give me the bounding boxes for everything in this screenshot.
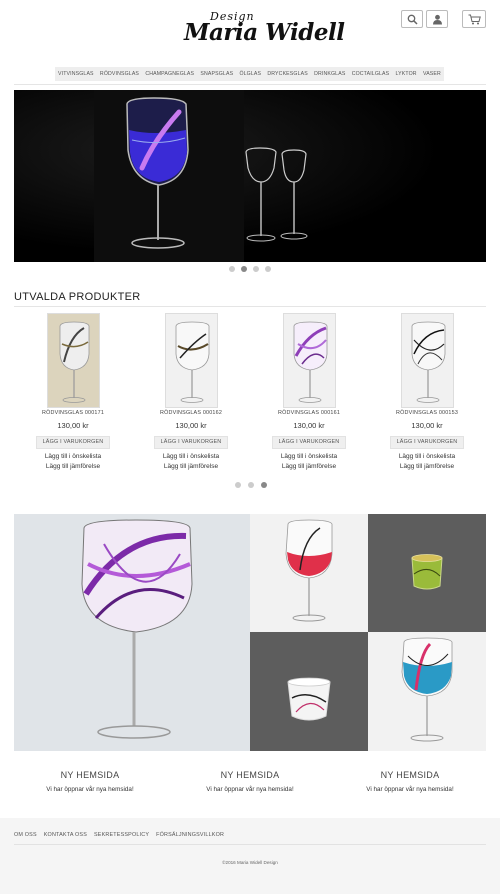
copyright-text: ©2016 Maria Widell Design (222, 860, 278, 865)
footer-link-contact[interactable]: KONTAKTA OSS (44, 832, 87, 838)
red-glass-image (250, 514, 368, 632)
add-to-cart-button[interactable]: LÄGG I VARUKORGEN (390, 436, 464, 449)
add-to-compare-link[interactable]: Lägg till jämförelse (132, 463, 250, 471)
news-item: NY HEMSIDA Vi har öppnar vår nya hemsida… (10, 770, 170, 793)
product-card: RÖDVINSGLAS 000171 130,00 kr LÄGG I VARU… (14, 313, 132, 471)
product-card: RÖDVINSGLAS 000161 130,00 kr LÄGG I VARU… (250, 313, 368, 471)
site-header: Design Maria Widell (0, 0, 500, 64)
product-name[interactable]: RÖDVINSGLAS 000171 (14, 410, 132, 416)
product-price: 130,00 kr (293, 421, 325, 430)
product-image[interactable] (46, 313, 100, 408)
hero-pager (229, 266, 271, 272)
search-icon (407, 14, 418, 25)
add-to-wishlist-link[interactable]: Lägg till i önskelista (250, 453, 368, 461)
hero-image (14, 90, 486, 262)
footer-link-terms[interactable]: FÖRSÄLJNINGSVILLKOR (156, 832, 224, 838)
product-image[interactable] (164, 313, 218, 408)
nav-divider (14, 84, 486, 85)
add-to-cart-button[interactable]: LÄGG I VARUKORGEN (36, 436, 110, 449)
news-item: NY HEMSIDA Vi har öppnar vår nya hemsida… (330, 770, 490, 793)
add-to-wishlist-link[interactable]: Lägg till i önskelista (14, 453, 132, 461)
promo-tile[interactable] (368, 632, 486, 751)
nav-item-snapsglas[interactable]: SNAPSGLAS (200, 71, 233, 77)
site-footer: OM OSS KONTAKTA OSS SEKRETESSPOLICY FÖRS… (0, 818, 500, 894)
add-to-compare-link[interactable]: Lägg till jämförelse (14, 463, 132, 471)
add-to-compare-link[interactable]: Lägg till jämförelse (368, 463, 486, 471)
add-to-compare-link[interactable]: Lägg till jämförelse (250, 463, 368, 471)
promo-tile[interactable] (368, 514, 486, 632)
main-nav: VITVINSGLAS RÖDVINSGLAS CHAMPAGNEGLAS SN… (55, 67, 444, 81)
nav-item-olglas[interactable]: ÖLGLAS (239, 71, 261, 77)
featured-dot-2[interactable] (248, 482, 254, 488)
footer-link-about[interactable]: OM OSS (14, 832, 37, 838)
nav-item-rodvinsglas[interactable]: RÖDVINSGLAS (100, 71, 139, 77)
hero-dot-3[interactable] (253, 266, 259, 272)
promo-tile-large[interactable] (14, 514, 250, 751)
account-button[interactable] (426, 10, 448, 28)
product-card: RÖDVINSGLAS 000153 130,00 kr LÄGG I VARU… (368, 313, 486, 471)
product-price: 130,00 kr (411, 421, 443, 430)
nav-item-champagneglas[interactable]: CHAMPAGNEGLAS (145, 71, 194, 77)
hero-dot-4[interactable] (265, 266, 271, 272)
hero-dot-2[interactable] (241, 266, 247, 272)
product-image[interactable] (400, 313, 454, 408)
news-text: Vi har öppnar vår nya hemsida! (366, 786, 454, 793)
add-to-wishlist-link[interactable]: Lägg till i önskelista (132, 453, 250, 461)
add-to-cart-button[interactable]: LÄGG I VARUKORGEN (154, 436, 228, 449)
nav-item-lyktor[interactable]: LYKTOR (396, 71, 417, 77)
search-button[interactable] (401, 10, 423, 28)
white-candle-holder-image (250, 632, 368, 751)
news-text: Vi har öppnar vår nya hemsida! (206, 786, 294, 793)
featured-dot-3[interactable] (261, 482, 267, 488)
featured-pager (235, 482, 267, 488)
cart-icon (468, 14, 481, 24)
featured-divider (14, 306, 486, 307)
product-name[interactable]: RÖDVINSGLAS 000153 (368, 410, 486, 416)
product-price: 130,00 kr (175, 421, 207, 430)
news-title[interactable]: NY HEMSIDA (10, 770, 170, 780)
product-name[interactable]: RÖDVINSGLAS 000162 (132, 410, 250, 416)
news-title[interactable]: NY HEMSIDA (330, 770, 490, 780)
logo-name-text: Maria Widell (184, 19, 345, 46)
promo-tile[interactable] (250, 632, 368, 751)
product-image[interactable] (282, 313, 336, 408)
add-to-wishlist-link[interactable]: Lägg till i önskelista (368, 453, 486, 461)
product-card: RÖDVINSGLAS 000162 130,00 kr LÄGG I VARU… (132, 313, 250, 471)
product-price: 130,00 kr (57, 421, 89, 430)
news-item: NY HEMSIDA Vi har öppnar vår nya hemsida… (170, 770, 330, 793)
product-name[interactable]: RÖDVINSGLAS 000161 (250, 410, 368, 416)
cart-button[interactable] (462, 10, 486, 28)
brand-logo[interactable]: Design Maria Widell (180, 10, 345, 50)
news-text: Vi har öppnar vår nya hemsida! (46, 786, 134, 793)
promo-tile[interactable] (250, 514, 368, 632)
nav-item-vaser[interactable]: VASER (423, 71, 441, 77)
add-to-cart-button[interactable]: LÄGG I VARUKORGEN (272, 436, 346, 449)
nav-item-dryckesglas[interactable]: DRYCKESGLAS (267, 71, 307, 77)
nav-item-drinkglas[interactable]: DRINKGLAS (314, 71, 345, 77)
featured-title: UTVALDA PRODUKTER (14, 291, 141, 303)
featured-dot-1[interactable] (235, 482, 241, 488)
purple-glass-image (14, 514, 250, 751)
footer-link-privacy[interactable]: SEKRETESSPOLICY (94, 832, 149, 838)
footer-links: OM OSS KONTAKTA OSS SEKRETESSPOLICY FÖRS… (14, 832, 224, 838)
blue-glass-image (368, 632, 486, 751)
nav-item-coctailglas[interactable]: COCTAILGLAS (352, 71, 390, 77)
user-icon (432, 14, 442, 24)
footer-divider (14, 844, 486, 845)
hero-dot-1[interactable] (229, 266, 235, 272)
news-title[interactable]: NY HEMSIDA (170, 770, 330, 780)
nav-item-vitvinsglas[interactable]: VITVINSGLAS (58, 71, 94, 77)
promo-mosaic (14, 514, 486, 751)
candle-holder-image (368, 514, 486, 632)
hero-slide[interactable] (14, 90, 486, 262)
